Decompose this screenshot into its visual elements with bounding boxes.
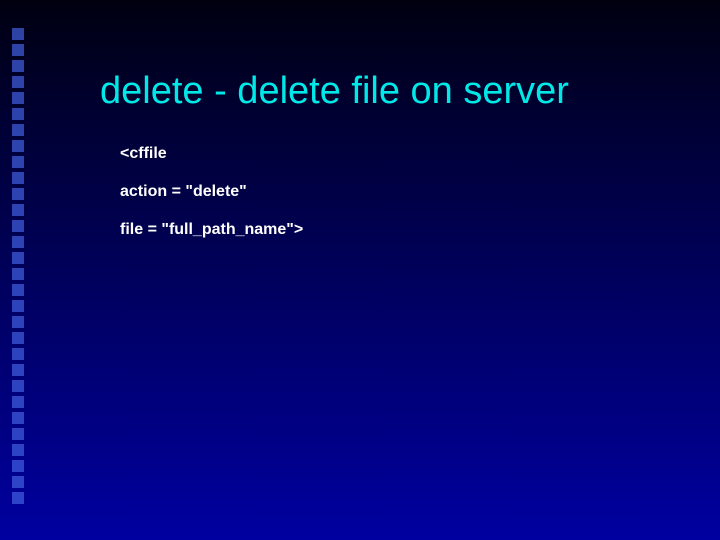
bullet-square: [12, 124, 24, 136]
slide-title: delete - delete file on server: [100, 70, 680, 113]
bullet-square: [12, 204, 24, 216]
bullet-square: [12, 348, 24, 360]
bullet-square: [12, 60, 24, 72]
decorative-bullet-strip: [12, 28, 26, 512]
slide-content: delete - delete file on server <cffile a…: [0, 0, 720, 299]
bullet-square: [12, 44, 24, 56]
bullet-square: [12, 316, 24, 328]
bullet-square: [12, 268, 24, 280]
code-line: <cffile: [120, 145, 680, 163]
bullet-square: [12, 140, 24, 152]
bullet-square: [12, 220, 24, 232]
code-line: action = "delete": [120, 183, 680, 201]
bullet-square: [12, 92, 24, 104]
bullet-square: [12, 364, 24, 376]
bullet-square: [12, 412, 24, 424]
bullet-square: [12, 492, 24, 504]
bullet-square: [12, 76, 24, 88]
code-line: file = "full_path_name">: [120, 221, 680, 239]
bullet-square: [12, 108, 24, 120]
bullet-square: [12, 332, 24, 344]
bullet-square: [12, 172, 24, 184]
bullet-square: [12, 396, 24, 408]
bullet-square: [12, 252, 24, 264]
bullet-square: [12, 380, 24, 392]
bullet-square: [12, 428, 24, 440]
bullet-square: [12, 460, 24, 472]
bullet-square: [12, 156, 24, 168]
bullet-square: [12, 444, 24, 456]
bullet-square: [12, 236, 24, 248]
bullet-square: [12, 300, 24, 312]
bullet-square: [12, 188, 24, 200]
bullet-square: [12, 476, 24, 488]
bullet-square: [12, 28, 24, 40]
bullet-square: [12, 284, 24, 296]
